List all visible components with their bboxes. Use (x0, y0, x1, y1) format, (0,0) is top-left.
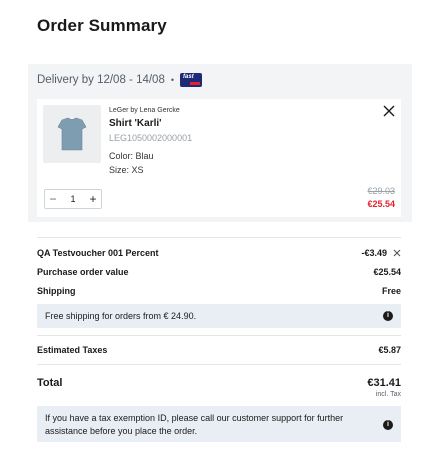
cart-item-card: LeGer by Lena Gercke Shirt 'Karli' LEG10… (37, 99, 401, 217)
fast-badge-stripe (190, 82, 201, 85)
taxes-value: €5.87 (378, 345, 401, 355)
decrease-quantity-button[interactable]: − (45, 190, 61, 208)
page-title: Order Summary (37, 16, 167, 35)
taxes-row: Estimated Taxes €5.87 (37, 345, 401, 355)
quantity-stepper[interactable]: − 1 + (44, 189, 102, 209)
increase-quantity-button[interactable]: + (85, 190, 101, 208)
purchase-value-row: Purchase order value €25.54 (37, 267, 401, 277)
product-image[interactable] (43, 105, 101, 163)
delivery-row: Delivery by 12/08 - 14/08 • fast (37, 73, 203, 87)
tax-exemption-info: If you have a tax exemption ID, please c… (37, 406, 401, 442)
voucher-label: QA Testvoucher 001 Percent (37, 248, 159, 258)
product-size: Size: XS (109, 165, 144, 175)
original-price: €29.03 (367, 186, 395, 196)
product-sku: LEG1050002000001 (109, 133, 193, 143)
divider (37, 364, 401, 365)
shipping-value: Free (381, 286, 401, 296)
remove-voucher-close-icon[interactable] (393, 249, 401, 257)
incl-tax-label: incl. Tax (375, 391, 401, 398)
close-icon[interactable] (383, 105, 395, 117)
free-shipping-note: Free shipping for orders from € 24.90. (45, 311, 197, 321)
voucher-row: QA Testvoucher 001 Percent -€3.49 (37, 248, 401, 258)
product-color: Color: Blau (109, 151, 154, 161)
total-value: €31.41 (367, 377, 401, 389)
purchase-label: Purchase order value (37, 267, 129, 277)
product-name[interactable]: Shirt 'Karli' (109, 118, 162, 129)
fast-delivery-badge: fast (180, 73, 203, 87)
sale-price: €25.54 (367, 199, 395, 209)
purchase-value: €25.54 (373, 267, 401, 277)
free-shipping-info: Free shipping for orders from € 24.90. i (37, 304, 401, 328)
info-icon[interactable]: i (383, 420, 393, 430)
separator-dot: • (170, 75, 175, 85)
divider (37, 335, 401, 336)
taxes-label: Estimated Taxes (37, 345, 108, 355)
quantity-value[interactable]: 1 (61, 194, 85, 204)
info-icon[interactable]: i (383, 311, 393, 321)
shipping-row: Shipping Free (37, 286, 401, 296)
product-brand[interactable]: LeGer by Lena Gercke (109, 107, 180, 114)
shipping-label: Shipping (37, 286, 76, 296)
divider (37, 237, 401, 238)
delivery-label: Delivery by 12/08 - 14/08 (37, 74, 165, 86)
total-label: Total (37, 377, 63, 389)
fast-badge-text: fast (183, 74, 194, 80)
tax-exemption-note: If you have a tax exemption ID, please c… (45, 412, 344, 436)
voucher-value: -€3.49 (361, 248, 387, 258)
